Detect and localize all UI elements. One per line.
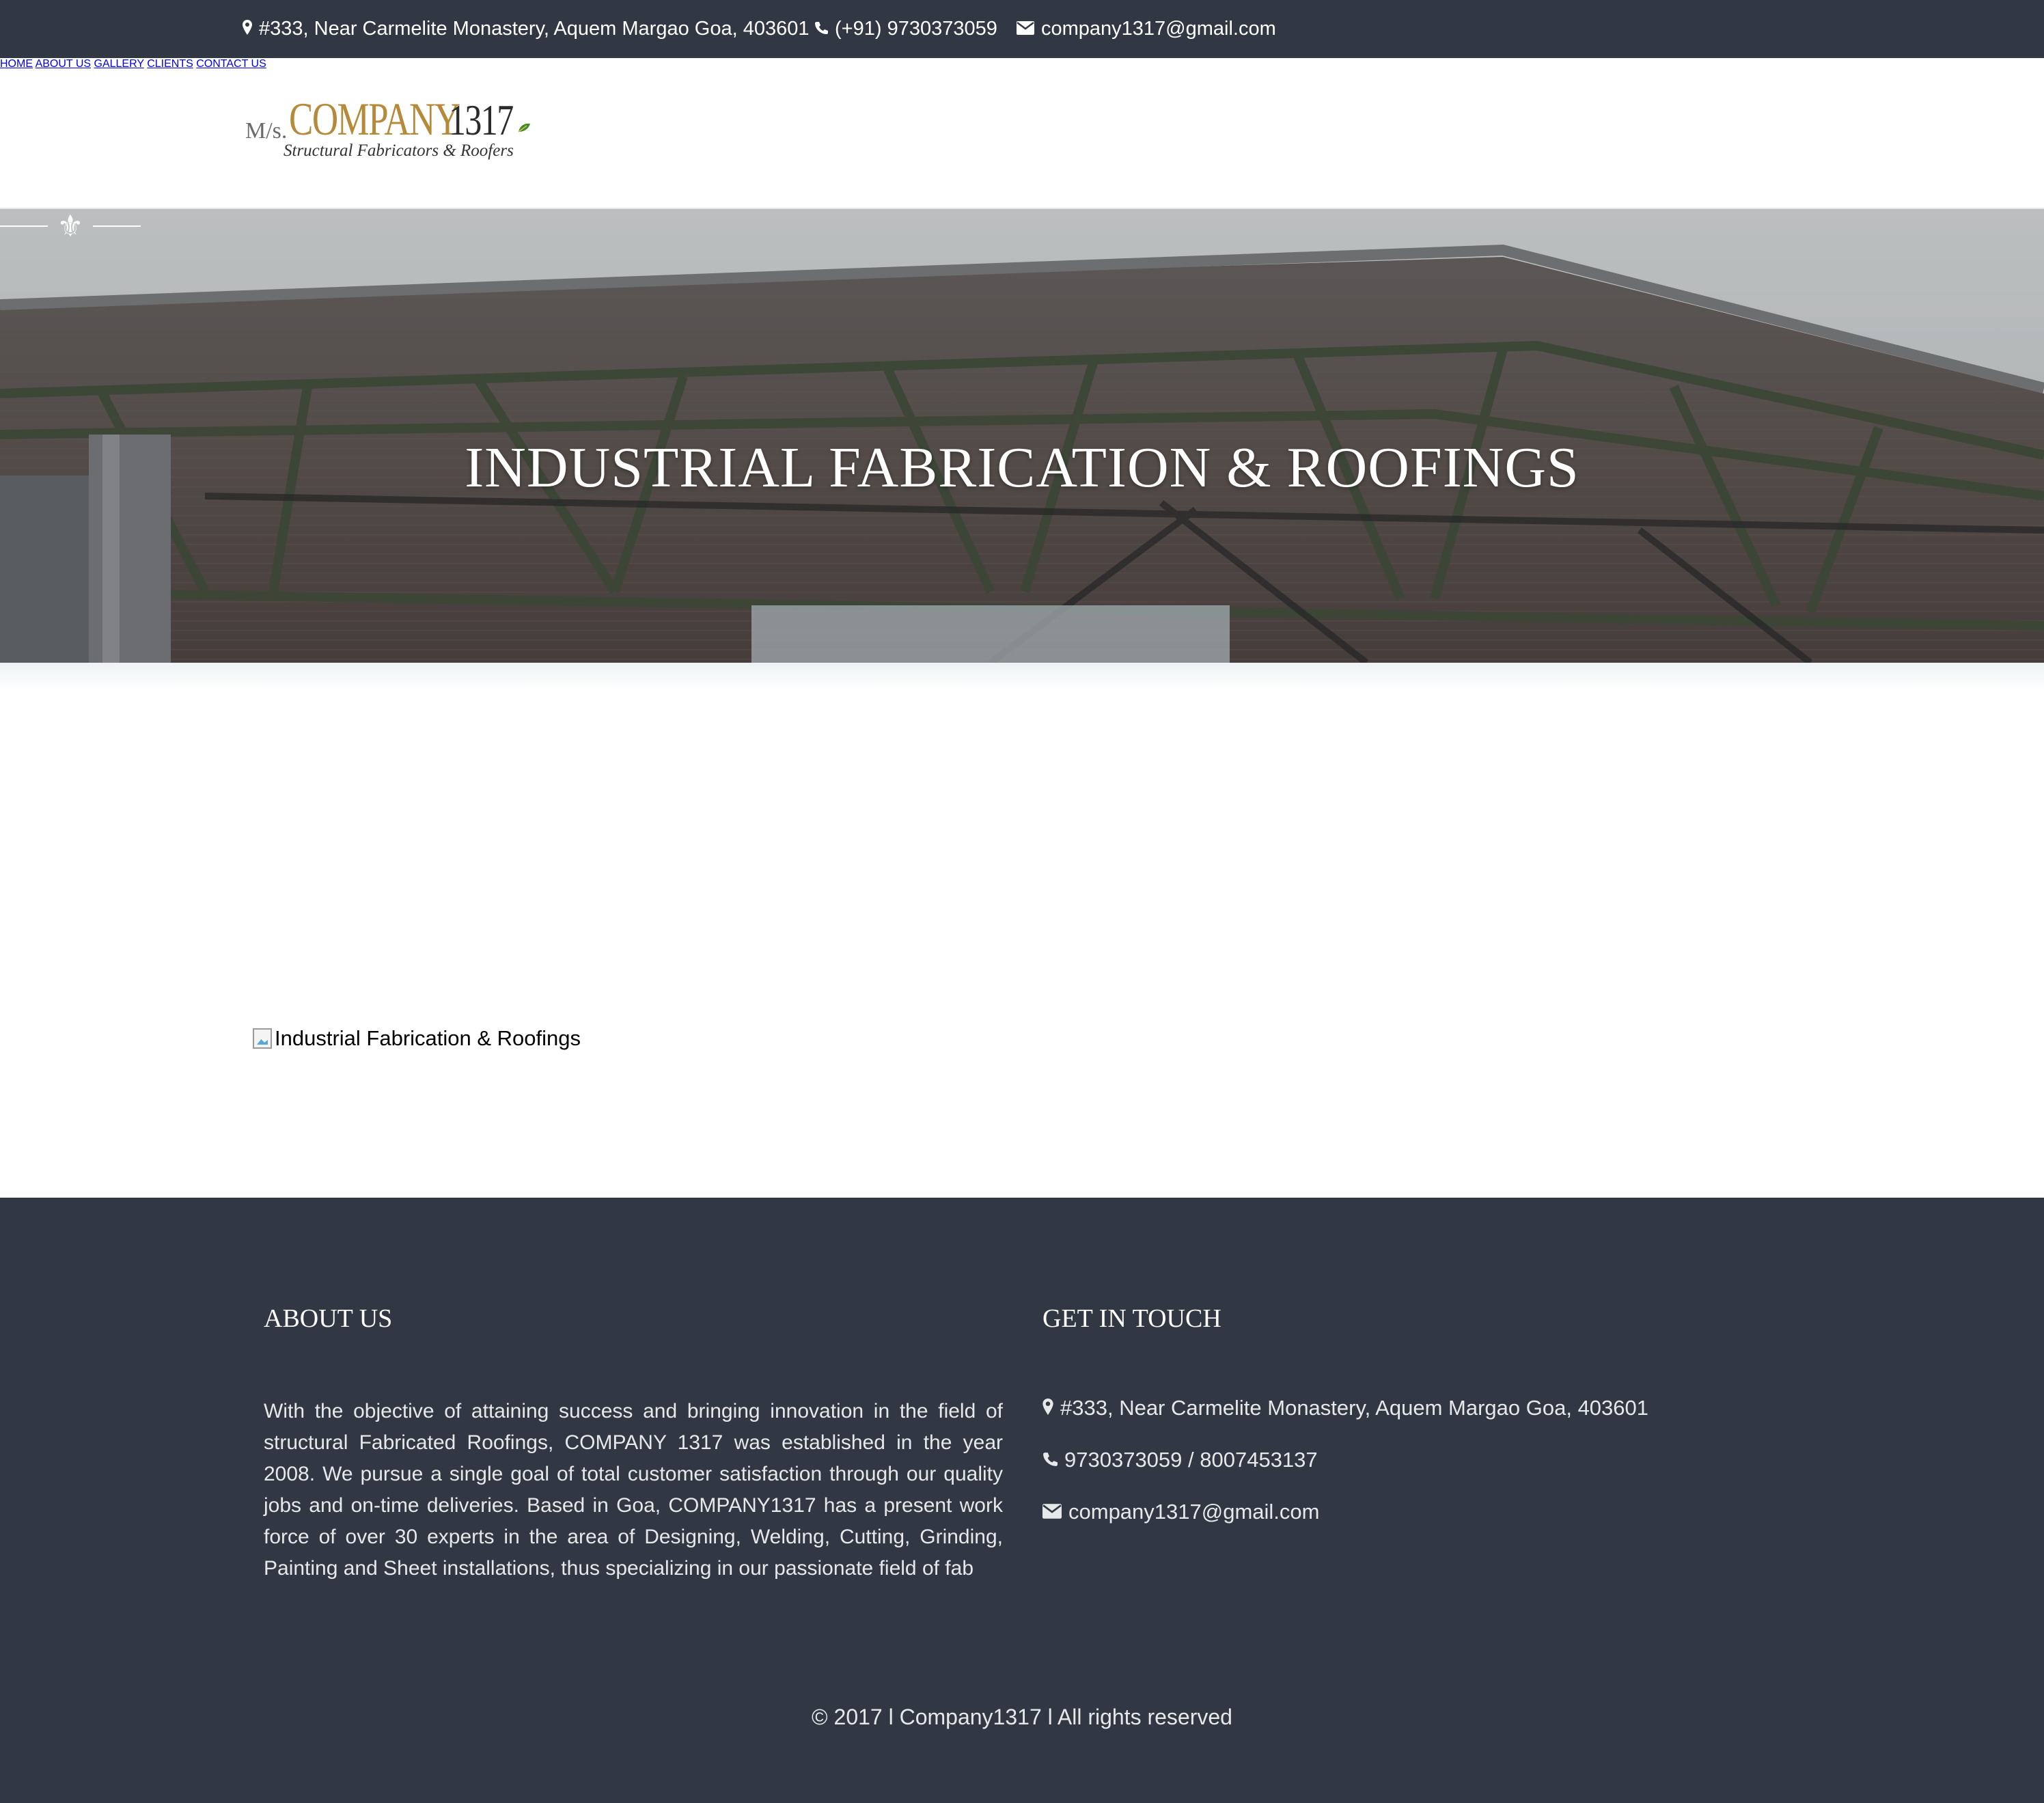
footer-about-heading: ABOUT US	[264, 1304, 393, 1333]
nav-contact-us[interactable]: CONTACT US	[196, 58, 266, 70]
hero-banner: INDUSTRIAL FABRICATION & ROOFINGS ⚜	[0, 209, 2044, 663]
main-navigation: HOME ABOUT US GALLERY CLIENTS CONTACT US	[0, 58, 2044, 70]
hero-title: INDUSTRIAL FABRICATION & ROOFINGS	[465, 436, 1579, 499]
footer-address: #333, Near Carmelite Monastery, Aquem Ma…	[1042, 1396, 1648, 1420]
map-marker-icon	[243, 18, 252, 40]
fleur-de-lis-icon: ⚜	[57, 209, 83, 243]
footer-phone[interactable]: 9730373059 / 8007453137	[1042, 1448, 1318, 1472]
map-marker-icon	[1042, 1396, 1053, 1420]
envelope-icon	[1042, 1500, 1062, 1524]
broken-image: Industrial Fabrication & Roofings	[253, 1026, 581, 1051]
hero-bottom-fade	[0, 663, 2044, 690]
broken-image-icon	[253, 1028, 272, 1049]
copyright: © 2017 l Company1317 l All rights reserv…	[812, 1705, 1232, 1729]
nav-about-us[interactable]: ABOUT US	[36, 58, 92, 70]
topbar-email[interactable]: company1317@gmail.com	[1017, 0, 1276, 58]
nav-home[interactable]: HOME	[0, 58, 33, 70]
topbar-phone-text: (+91) 9730373059	[835, 18, 997, 40]
footer-contact-heading: GET IN TOUCH	[1042, 1304, 1221, 1333]
logo-tagline: Structural Fabricators & Roofers	[284, 141, 514, 160]
nav-clients[interactable]: CLIENTS	[147, 58, 193, 70]
company-logo[interactable]: M/s. COMPANY 1317 Structural Fabricators…	[243, 92, 536, 167]
site-header: M/s. COMPANY 1317 Structural Fabricators…	[0, 58, 2044, 209]
top-info-bar: #333, Near Carmelite Monastery, Aquem Ma…	[0, 0, 2044, 58]
footer-email-text: company1317@gmail.com	[1068, 1500, 1320, 1524]
phone-icon	[1042, 1448, 1058, 1472]
footer-address-text: #333, Near Carmelite Monastery, Aquem Ma…	[1060, 1396, 1649, 1420]
footer-about-text: With the objective of attaining success …	[264, 1400, 1003, 1580]
logo-number: 1317	[449, 96, 514, 144]
image-alt-text: Industrial Fabrication & Roofings	[275, 1026, 581, 1050]
leaf-icon	[518, 123, 530, 133]
logo-prefix: M/s.	[245, 118, 288, 143]
topbar-address: #333, Near Carmelite Monastery, Aquem Ma…	[243, 0, 809, 58]
footer-email[interactable]: company1317@gmail.com	[1042, 1500, 1319, 1524]
phone-icon	[814, 18, 828, 40]
logo-name: COMPANY	[289, 93, 460, 145]
topbar-email-text: company1317@gmail.com	[1041, 18, 1276, 40]
footer-phone-text: 9730373059 / 8007453137	[1064, 1448, 1318, 1472]
envelope-icon	[1017, 18, 1034, 40]
topbar-phone[interactable]: (+91) 9730373059	[814, 0, 997, 58]
site-footer: ABOUT US With the objective of attaining…	[0, 1198, 2044, 1803]
nav-gallery[interactable]: GALLERY	[94, 58, 144, 70]
topbar-address-text: #333, Near Carmelite Monastery, Aquem Ma…	[259, 18, 810, 40]
fleur-de-lis-divider: ⚜	[0, 209, 141, 243]
